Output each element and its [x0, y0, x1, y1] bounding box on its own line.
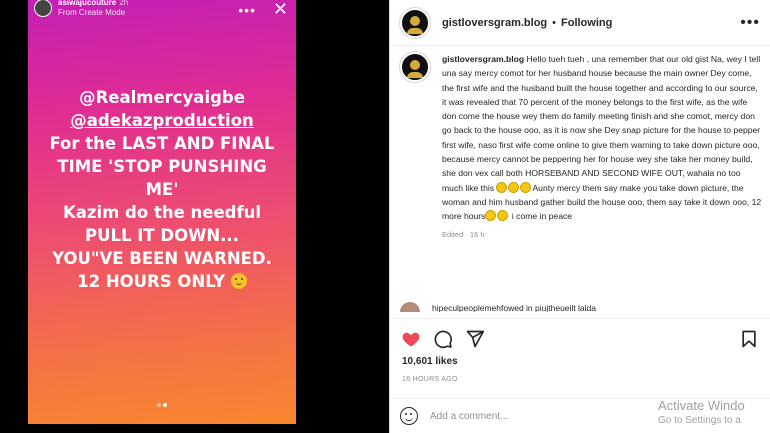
story-image: asiwajucouture 2h From Create Mode ••• ✕ …	[28, 0, 296, 424]
story-header: asiwajucouture 2h From Create Mode	[34, 0, 128, 22]
laughing-emoji-icon	[508, 181, 520, 193]
activate-windows-watermark: Activate Windo Go to Settings to a	[658, 398, 770, 428]
send-icon	[466, 330, 485, 347]
story-username: asiwajucouture	[58, 0, 117, 7]
story-line-3: For the LAST AND FINAL	[49, 134, 275, 153]
caption-avatar[interactable]	[400, 52, 430, 82]
share-button[interactable]	[464, 328, 486, 350]
emoji-picker-icon[interactable]	[400, 407, 418, 425]
media-pane: asiwajucouture 2h From Create Mode ••• ✕ …	[0, 0, 388, 433]
caption-part-3: i come in peace	[509, 211, 573, 222]
comment-button[interactable]	[432, 328, 454, 350]
laughing-emoji-icon	[520, 181, 532, 193]
comment-text: hipeculpeoplemehfowed in piujtheueilt la…	[432, 303, 596, 312]
like-button[interactable]	[400, 328, 422, 350]
caption: gistloversgram.blog Hello tueh tueh , un…	[400, 52, 762, 239]
carousel-pager	[28, 394, 296, 412]
post-header: gistloversgram.blog • Following •••	[390, 0, 770, 46]
laughing-emoji-icon	[485, 210, 497, 222]
comment-icon	[434, 330, 452, 348]
story-close-icon: ✕	[272, 0, 288, 19]
pager-dot-2[interactable]	[163, 403, 167, 407]
header-username[interactable]: gistloversgram.blog	[442, 17, 547, 29]
story-avatar	[34, 0, 52, 17]
commenter-avatar[interactable]	[400, 302, 420, 312]
watermark-line-2: Go to Settings to a	[658, 415, 741, 426]
heart-icon	[402, 332, 420, 346]
likes-count[interactable]: 10,601 likes	[402, 356, 458, 367]
caption-part-1: Hello tueh tueh , una remember that our …	[442, 54, 761, 193]
author-avatar[interactable]	[400, 7, 430, 38]
pager-dot-1[interactable]	[157, 403, 161, 407]
caption-username[interactable]: gistloversgram.blog	[442, 54, 524, 64]
separator-dot: •	[552, 16, 556, 29]
story-line-9: 12 HOURS ONLY	[77, 272, 226, 291]
story-text: @Realmercyaigbe @adekazproduction For th…	[36, 86, 288, 293]
story-line-2: @adekazproduction	[70, 111, 254, 130]
save-button[interactable]	[738, 328, 760, 350]
story-line-1: @Realmercyaigbe	[79, 88, 245, 107]
comment-input[interactable]	[430, 410, 630, 422]
story-line-7: PULL IT DOWN...	[85, 226, 239, 245]
comment-row: hipeculpeoplemehfowed in piujtheueilt la…	[400, 300, 762, 312]
bookmark-icon	[742, 330, 756, 347]
post-panel: gistloversgram.blog • Following ••• gist…	[389, 0, 770, 433]
more-options-icon[interactable]: •••	[740, 14, 760, 32]
following-button[interactable]: Following	[561, 17, 612, 29]
laughing-emoji-icon	[497, 210, 509, 222]
story-line-5: ME'	[145, 180, 179, 199]
story-subtitle: From Create Mode	[58, 8, 126, 17]
story-more-icon: •••	[238, 2, 256, 18]
story-line-6: Kazim do the needful	[62, 203, 262, 222]
story-line-8: YOU"VE BEEN WARNED.	[52, 249, 272, 268]
caption-text: gistloversgram.blog Hello tueh tueh , un…	[442, 52, 762, 224]
watermark-line-1: Activate Windo	[658, 398, 745, 413]
story-time: 2h	[119, 0, 129, 7]
slight-smile-emoji-icon	[230, 273, 247, 289]
edited-timestamp: Edited · 16 h	[442, 229, 485, 239]
action-bar	[390, 318, 770, 358]
laughing-emoji-icon	[496, 181, 508, 193]
story-line-4: TIME 'STOP PUNSHING	[57, 157, 267, 176]
post-time[interactable]: 16 HOURS AGO	[402, 376, 458, 383]
